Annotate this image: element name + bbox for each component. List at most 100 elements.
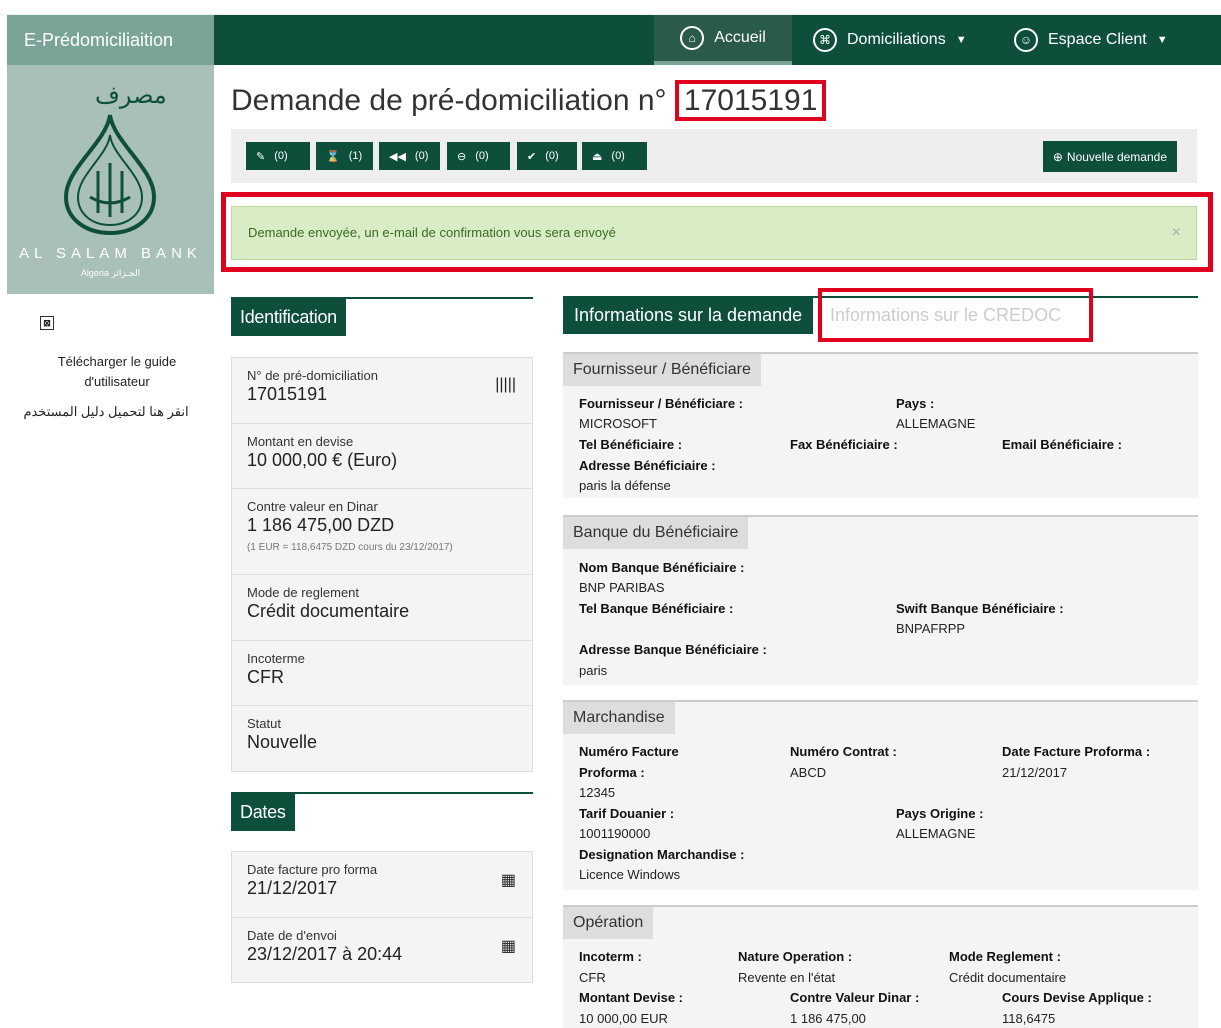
nav-domiciliations-label: Domiciliations bbox=[847, 31, 946, 48]
invoice-number-label-line2: Proforma : bbox=[579, 765, 645, 780]
accepted-filter-button[interactable]: ✔ (0) bbox=[517, 142, 577, 170]
pending-count: (1) bbox=[348, 150, 363, 162]
brand-link[interactable]: E-Prédomiciliaition bbox=[7, 15, 214, 65]
predom-number-value: 17015191 bbox=[247, 384, 328, 404]
op-nature-label: Nature Operation : bbox=[738, 949, 853, 964]
page-title: Demande de pré-domiciliation n° 17015191 bbox=[231, 80, 827, 121]
payment-mode-value: Crédit documentaire bbox=[247, 601, 410, 621]
op-dinar-value: 1 186 475,00 bbox=[790, 1011, 866, 1026]
new-request-label: Nouvelle demande bbox=[1066, 149, 1167, 164]
op-rate-value: 118,6475 bbox=[1002, 1011, 1056, 1026]
bank-name-label: Nom Banque Bénéficiaire : bbox=[579, 560, 745, 575]
operation-title: Opération bbox=[563, 907, 654, 939]
amount-label: Montant en devise bbox=[247, 434, 354, 449]
invoice-date-label: Date facture pro forma bbox=[247, 862, 378, 877]
backward-icon: ◀◀ bbox=[389, 150, 406, 163]
predom-number-label: N° de pré-domiciliation bbox=[247, 368, 378, 383]
request-number: 17015191 bbox=[674, 80, 827, 121]
draft-count: (0) bbox=[274, 150, 288, 162]
bank-swift-value: BNPAFRPP bbox=[896, 621, 966, 636]
op-amount-label: Montant Devise : bbox=[579, 990, 684, 1005]
origin-country-value: ALLEMAGNE bbox=[896, 826, 976, 841]
supplier-country-value: ALLEMAGNE bbox=[896, 416, 976, 431]
invoice-number-value: 12345 bbox=[579, 785, 616, 800]
supplier-panel: Fournisseur / Bénéficiare Fournisseur / … bbox=[563, 352, 1198, 498]
nav-home-label: Accueil bbox=[714, 29, 766, 46]
customs-tariff-value: 1001190000 bbox=[579, 826, 651, 841]
nav-client[interactable]: ☺ Espace Client ▼ bbox=[1014, 15, 1168, 65]
returned-filter-button[interactable]: ◀◀ (0) bbox=[379, 142, 440, 170]
draft-filter-button[interactable]: ✎ (0) bbox=[246, 142, 310, 170]
op-incoterm-value: CFR bbox=[579, 970, 606, 985]
nav-domiciliations[interactable]: ⌘ Domiciliations ▼ bbox=[813, 15, 967, 65]
guide-link-arabic[interactable]: انقر هنا لتحميل دليل المستخدم bbox=[6, 404, 206, 420]
calendar-icon: ▦ bbox=[500, 872, 516, 889]
supplier-email-label: Email Bénéficiaire : bbox=[1002, 437, 1122, 452]
supplier-fax-label: Fax Bénéficiaire : bbox=[790, 437, 898, 452]
status-value: Nouvelle bbox=[247, 732, 318, 752]
eject-icon: ⏏ bbox=[592, 150, 603, 163]
supplier-name-label: Fournisseur / Bénéficiare : bbox=[579, 396, 743, 411]
rejected-filter-button[interactable]: ⊖ (0) bbox=[447, 142, 510, 170]
plus-circle-icon: ⊕ bbox=[1052, 149, 1063, 164]
minus-icon: ⊖ bbox=[457, 150, 467, 163]
identification-title: Identification bbox=[231, 298, 346, 336]
accepted-count: (0) bbox=[545, 150, 559, 162]
op-mode-label: Mode Reglement : bbox=[949, 949, 1061, 964]
close-icon[interactable]: × bbox=[1172, 207, 1181, 259]
tab-request-info[interactable]: Informations sur la demande bbox=[563, 296, 814, 334]
dinar-cell: Contre valeur en Dinar 1 186 475,00 DZD … bbox=[232, 489, 532, 575]
success-alert: Demande envoyée, un e-mail de confirmati… bbox=[231, 206, 1197, 260]
invoice-date-cell: Date facture pro forma 21/12/2017 ▦ bbox=[232, 852, 532, 918]
sent-filter-button[interactable]: ⏏ (0) bbox=[582, 142, 647, 170]
goods-panel: Marchandise Numéro Facture Proforma : 12… bbox=[563, 700, 1198, 890]
op-dinar-label: Contre Valeur Dinar : bbox=[790, 990, 920, 1005]
logo-name: AL SALAM BANK bbox=[19, 245, 202, 262]
bank-panel: Banque du Bénéficiaire Nom Banque Bénéfi… bbox=[563, 515, 1198, 685]
status-toolbar: ✎ (0) ⌛ (1) ◀◀ (0) ⊖ (0) ✔ (0) ⏏ (0) ⊕ Nouvelle… bbox=[231, 129, 1197, 183]
sent-count: (0) bbox=[611, 150, 625, 162]
nav-client-label: Espace Client bbox=[1048, 31, 1147, 48]
op-nature-value: Revente en l'état bbox=[738, 970, 836, 985]
payment-mode-cell: Mode de reglement Crédit documentaire bbox=[232, 575, 532, 641]
home-icon: ⌂ bbox=[680, 26, 705, 50]
bank-address-label: Adresse Banque Bénéficiaire : bbox=[579, 642, 767, 657]
send-date-cell: Date de d'envoi 23/12/2017 à 20:44 ▦ bbox=[232, 918, 532, 983]
payment-mode-label: Mode de reglement bbox=[247, 585, 360, 600]
supplier-tel-label: Tel Bénéficiaire : bbox=[579, 437, 683, 452]
identification-card: N° de pré-domiciliation 17015191 ||||| M… bbox=[231, 357, 533, 772]
pending-filter-button[interactable]: ⌛ (1) bbox=[316, 142, 373, 170]
exchange-rate-note: (1 EUR = 118,6475 DZD cours du 23/12/201… bbox=[247, 542, 453, 553]
bank-icon: ⌘ bbox=[813, 28, 837, 52]
contract-number-value: ABCD bbox=[790, 765, 827, 780]
origin-country-label: Pays Origine : bbox=[896, 806, 984, 821]
supplier-title: Fournisseur / Bénéficiare bbox=[563, 354, 761, 386]
caret-down-icon: ▼ bbox=[1156, 34, 1168, 46]
nav-home[interactable]: ⌂ Accueil bbox=[654, 15, 792, 65]
op-mode-value: Crédit documentaire bbox=[949, 970, 1067, 985]
bank-tel-label: Tel Banque Bénéficiaire : bbox=[579, 601, 734, 616]
caret-down-icon: ▼ bbox=[955, 34, 967, 46]
contract-number-label: Numéro Contrat : bbox=[790, 744, 897, 759]
proforma-date-value: 21/12/2017 bbox=[1002, 765, 1068, 780]
check-icon: ✔ bbox=[527, 150, 537, 163]
new-request-button[interactable]: ⊕ Nouvelle demande bbox=[1042, 141, 1177, 172]
logo-country: Algeria الجـزائر bbox=[80, 268, 141, 278]
barcode-icon: ||||| bbox=[495, 376, 516, 393]
amount-value: 10 000,00 € (Euro) bbox=[247, 450, 398, 470]
op-incoterm-label: Incoterm : bbox=[579, 949, 642, 964]
supplier-address-label: Adresse Bénéficiaire : bbox=[579, 458, 716, 473]
op-amount-value: 10 000,00 EUR bbox=[579, 1011, 668, 1026]
user-icon: ☺ bbox=[1014, 28, 1038, 52]
edit-icon: ✎ bbox=[256, 150, 266, 163]
goods-title: Marchandise bbox=[563, 702, 675, 734]
operation-panel: Opération Incoterm : CFR Nature Operatio… bbox=[563, 905, 1198, 1028]
goods-designation-value: Licence Windows bbox=[579, 867, 681, 882]
logo-drop-icon bbox=[63, 114, 157, 235]
bank-address-value: paris bbox=[579, 663, 608, 678]
send-date-value: 23/12/2017 à 20:44 bbox=[247, 944, 403, 964]
guide-link[interactable]: Télécharger le guide d'utilisateur bbox=[37, 352, 197, 392]
pdf-icon[interactable]: ⊠ bbox=[40, 316, 54, 330]
proforma-date-label: Date Facture Proforma : bbox=[1002, 744, 1151, 759]
dinar-value: 1 186 475,00 DZD bbox=[247, 515, 395, 535]
